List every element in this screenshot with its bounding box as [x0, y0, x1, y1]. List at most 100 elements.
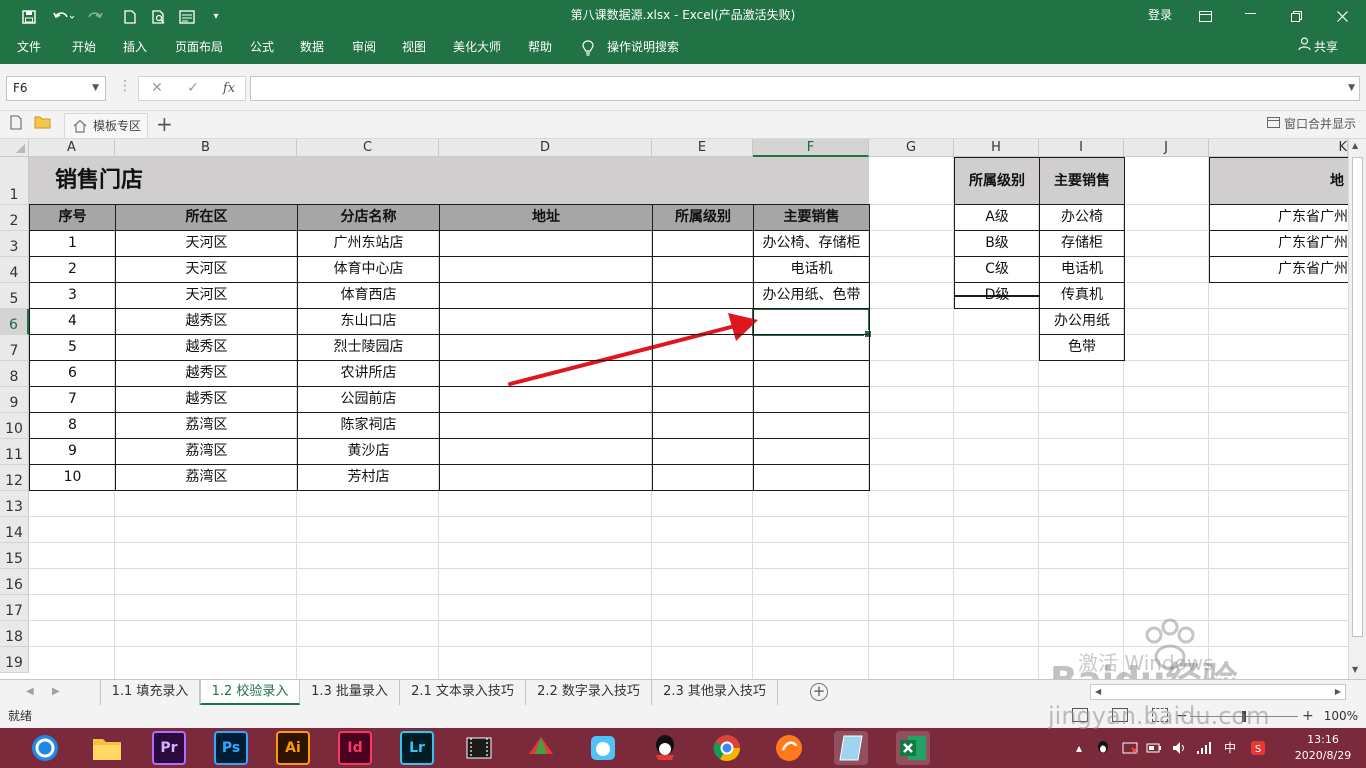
browser-360-icon[interactable]	[28, 731, 62, 765]
login-link[interactable]: 登录	[1140, 0, 1180, 33]
table-cell[interactable]: 4	[29, 308, 116, 335]
table-cell[interactable]: 3	[29, 282, 116, 309]
lightroom-icon[interactable]: Lr	[400, 731, 434, 765]
table-cell[interactable]: 2	[29, 256, 116, 283]
chrome-icon[interactable]	[710, 731, 744, 765]
row-header[interactable]: 8	[0, 361, 29, 387]
table-cell[interactable]	[652, 230, 754, 257]
table-cell[interactable]	[753, 386, 870, 413]
product-cell[interactable]: 色带	[1039, 334, 1125, 361]
table-cell[interactable]: 东山口店	[297, 308, 440, 335]
table-header-cell[interactable]: 主要销售	[753, 204, 870, 231]
enter-icon[interactable]: ✓	[181, 77, 205, 100]
zoom-in-icon[interactable]: +	[1302, 705, 1314, 727]
scroll-left-icon[interactable]: ◀	[1095, 685, 1101, 699]
tab-help[interactable]: 帮助	[528, 33, 552, 64]
scrollbar-thumb[interactable]	[1352, 157, 1363, 637]
network-error-icon[interactable]	[1122, 728, 1138, 768]
product-cell[interactable]: 电话机	[1039, 256, 1125, 283]
minimize-icon[interactable]	[1228, 0, 1272, 33]
sheet-tab[interactable]: 2.2 数字录入技巧	[526, 680, 652, 705]
tell-me-search[interactable]: 操作说明搜索	[607, 33, 679, 64]
app-bird-icon[interactable]	[586, 731, 620, 765]
table-cell[interactable]	[652, 412, 754, 439]
prev-sheet-icon[interactable]: ◀	[26, 680, 34, 704]
product-cell[interactable]: 办公椅	[1039, 204, 1125, 231]
table-cell[interactable]: 公园前店	[297, 386, 440, 413]
table-cell[interactable]: 荔湾区	[115, 412, 298, 439]
table-cell[interactable]: 9	[29, 438, 116, 465]
table-cell[interactable]: 天河区	[115, 256, 298, 283]
qq-tray-icon[interactable]	[1096, 728, 1110, 768]
table-cell[interactable]: 1	[29, 230, 116, 257]
table-cell[interactable]	[652, 360, 754, 387]
formula-separator-icon[interactable]: ⋮	[118, 78, 132, 94]
address-cell[interactable]: 广东省广州	[1209, 204, 1359, 231]
table-cell[interactable]	[753, 360, 870, 387]
row-header[interactable]: 9	[0, 387, 29, 413]
row-header[interactable]: 19	[0, 647, 29, 673]
folder-icon[interactable]	[34, 115, 51, 135]
new-doc-icon[interactable]	[10, 115, 22, 135]
add-tab-icon[interactable]: +	[156, 113, 173, 135]
address-cell[interactable]: 广东省广州	[1209, 256, 1359, 283]
formula-input[interactable]: ▼	[250, 76, 1360, 101]
column-header-c[interactable]: C	[297, 139, 439, 157]
table-cell[interactable]	[439, 386, 653, 413]
table-cell[interactable]: 烈士陵园店	[297, 334, 440, 361]
product-header-cell[interactable]: 主要销售	[1039, 157, 1125, 205]
table-cell[interactable]	[753, 308, 870, 335]
table-cell[interactable]: 越秀区	[115, 360, 298, 387]
table-cell[interactable]	[439, 308, 653, 335]
tab-review[interactable]: 审阅	[352, 33, 376, 64]
horizontal-scrollbar[interactable]: ◀ ▶	[1090, 684, 1346, 700]
table-cell[interactable]	[753, 438, 870, 465]
row-header[interactable]: 16	[0, 569, 29, 595]
scroll-right-icon[interactable]: ▶	[1335, 685, 1341, 699]
tray-chevron-up-icon[interactable]: ▴	[1076, 728, 1082, 768]
table-cell[interactable]	[753, 412, 870, 439]
table-cell[interactable]	[652, 386, 754, 413]
column-header-b[interactable]: B	[115, 139, 297, 157]
table-cell[interactable]	[439, 334, 653, 361]
table-cell[interactable]	[652, 438, 754, 465]
row-header[interactable]: 4	[0, 257, 29, 283]
row-header[interactable]: 15	[0, 543, 29, 569]
app-orange-icon[interactable]	[772, 731, 806, 765]
add-sheet-icon[interactable]: +	[810, 683, 828, 701]
level-cell[interactable]: D级	[954, 282, 1040, 309]
merge-windows-button[interactable]: 窗口合并显示	[1266, 111, 1356, 138]
close-icon[interactable]	[1320, 0, 1364, 33]
row-header[interactable]: 2	[0, 205, 29, 231]
scroll-up-icon[interactable]: ▲	[1352, 141, 1358, 150]
column-header-h[interactable]: H	[954, 139, 1039, 157]
share-button[interactable]: 共享	[1298, 33, 1338, 64]
product-cell[interactable]: 传真机	[1039, 282, 1125, 309]
system-clock[interactable]: 13:16 2020/8/29	[1290, 732, 1356, 764]
sheet-tab[interactable]: 2.3 其他录入技巧	[652, 680, 778, 705]
table-cell[interactable]: 电话机	[753, 256, 870, 283]
table-cell[interactable]: 8	[29, 412, 116, 439]
table-cell[interactable]: 体育中心店	[297, 256, 440, 283]
table-cell[interactable]	[439, 438, 653, 465]
column-header-d[interactable]: D	[439, 139, 652, 157]
table-header-cell[interactable]: 地址	[439, 204, 653, 231]
row-header[interactable]: 18	[0, 621, 29, 647]
ribbon-display-icon[interactable]	[1192, 0, 1218, 33]
tab-insert[interactable]: 插入	[123, 33, 147, 64]
template-zone-tab[interactable]: 模板专区	[64, 113, 148, 138]
table-header-cell[interactable]: 序号	[29, 204, 116, 231]
column-header-a[interactable]: A	[29, 139, 115, 157]
table-cell[interactable]	[439, 282, 653, 309]
table-cell[interactable]: 体育西店	[297, 282, 440, 309]
table-cell[interactable]: 越秀区	[115, 308, 298, 335]
file-explorer-icon[interactable]	[90, 731, 124, 765]
product-cell[interactable]: 存储柜	[1039, 230, 1125, 257]
table-cell[interactable]: 农讲所店	[297, 360, 440, 387]
insert-function-icon[interactable]: fx	[217, 77, 241, 100]
tab-beautify[interactable]: 美化大师	[453, 33, 501, 64]
table-cell[interactable]: 芳村店	[297, 464, 440, 491]
excel-icon[interactable]	[896, 731, 930, 765]
table-cell[interactable]	[439, 230, 653, 257]
table-cell[interactable]: 天河区	[115, 230, 298, 257]
